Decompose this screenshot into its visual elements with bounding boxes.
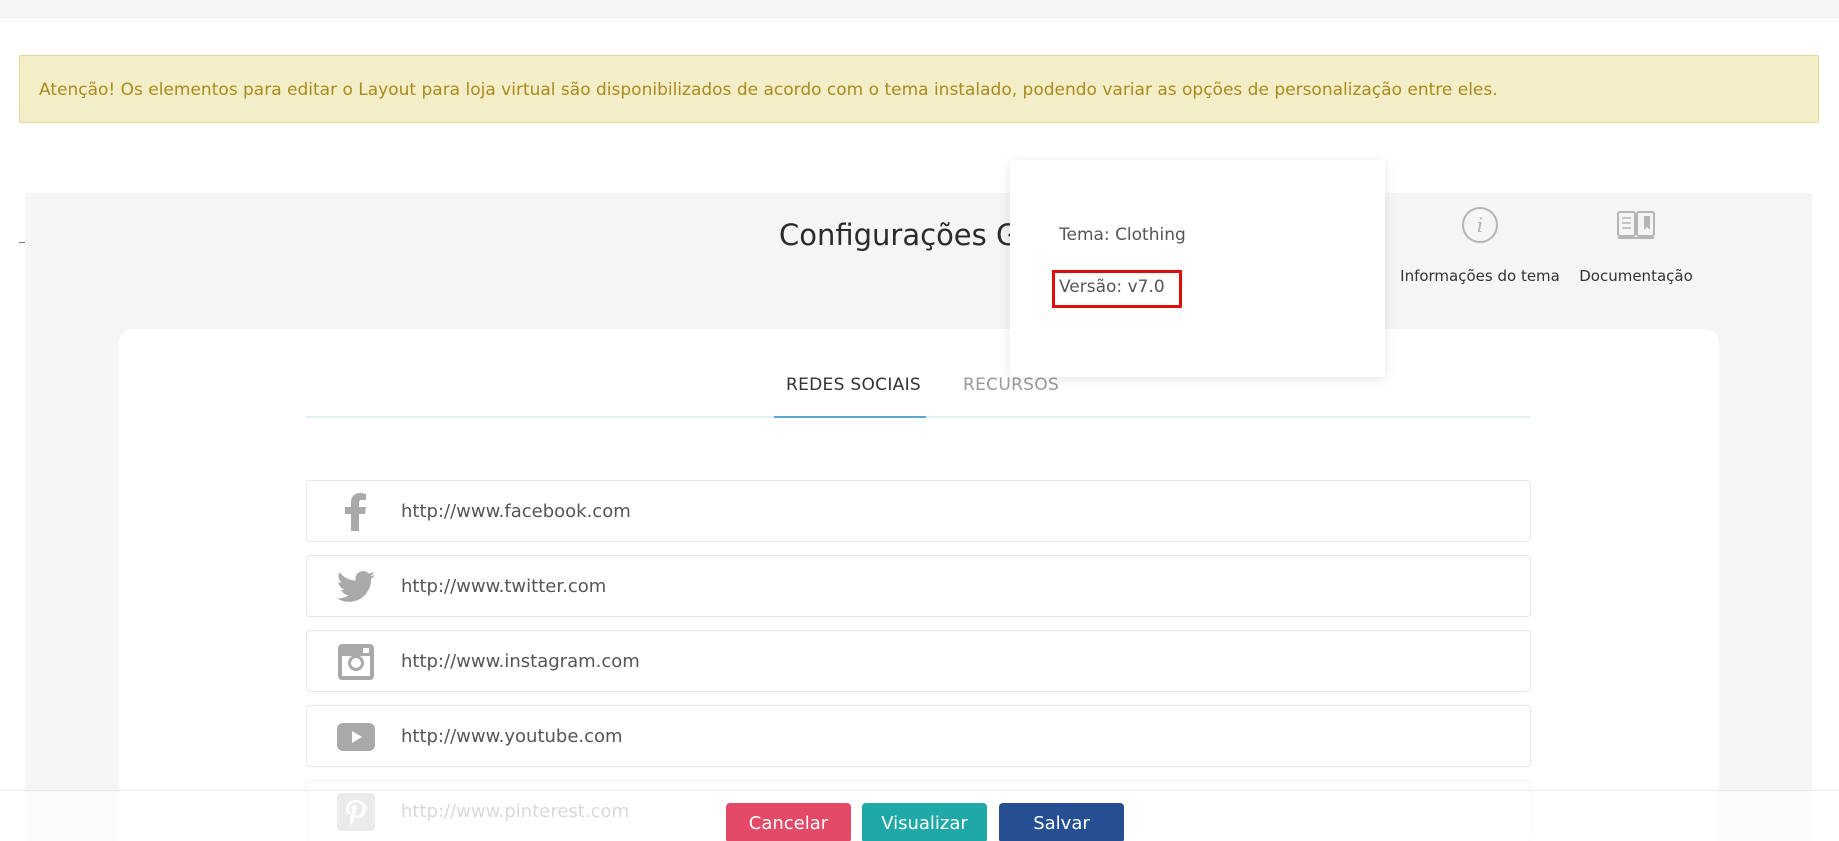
tab-recursos[interactable]: RECURSOS — [963, 375, 1059, 395]
warning-alert-text: Atenção! Os elementos para editar o Layo… — [39, 80, 1498, 100]
active-tab-indicator — [774, 416, 926, 418]
info-circle-icon: i — [1460, 205, 1500, 245]
preview-button[interactable]: Visualizar — [862, 803, 987, 841]
theme-info-label: Informações do tema — [1400, 267, 1560, 285]
social-row-instagram — [306, 630, 1531, 692]
svg-text:i: i — [1477, 213, 1483, 237]
twitter-url-input[interactable] — [401, 556, 1501, 616]
top-bar — [0, 0, 1839, 18]
social-row-facebook — [306, 480, 1531, 542]
theme-info-popover: Tema: Clothing Versão: v7.0 — [1010, 160, 1385, 377]
youtube-url-input[interactable] — [401, 706, 1501, 766]
page-title: Configurações Ge — [779, 218, 1037, 252]
social-row-twitter — [306, 555, 1531, 617]
instagram-url-input[interactable] — [401, 631, 1501, 691]
save-button[interactable]: Salvar — [999, 803, 1124, 841]
theme-info-action[interactable]: i Informações do tema — [1400, 205, 1560, 285]
warning-alert: Atenção! Os elementos para editar o Layo… — [19, 55, 1819, 123]
instagram-icon — [337, 643, 375, 681]
youtube-icon — [337, 718, 375, 756]
theme-name-text: Tema: Clothing — [1059, 225, 1186, 245]
book-icon — [1616, 205, 1656, 245]
facebook-url-input[interactable] — [401, 481, 1501, 541]
documentation-action[interactable]: Documentação — [1556, 205, 1716, 285]
facebook-icon — [337, 493, 375, 531]
cancel-button[interactable]: Cancelar — [726, 803, 851, 841]
tab-redes-sociais[interactable]: REDES SOCIAIS — [786, 375, 921, 395]
twitter-icon — [337, 568, 375, 606]
social-row-youtube — [306, 705, 1531, 767]
theme-version-text: Versão: v7.0 — [1059, 277, 1165, 297]
documentation-label: Documentação — [1579, 267, 1693, 285]
